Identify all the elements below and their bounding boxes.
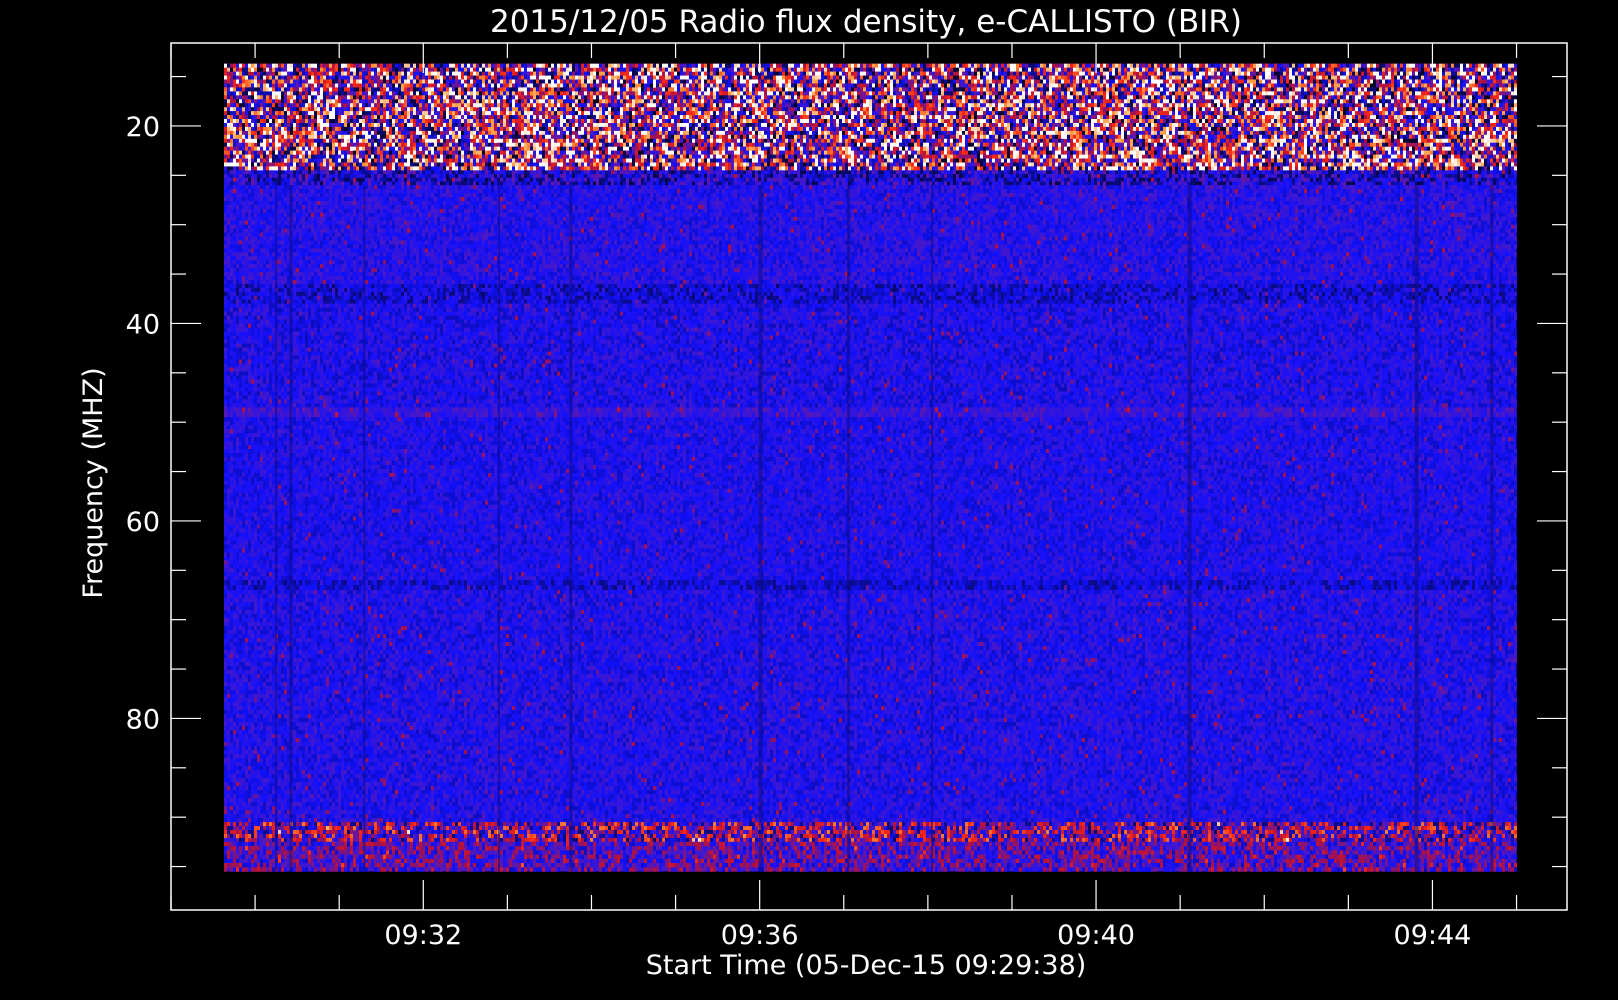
- heatmap-band-texture: [224, 170, 1517, 185]
- chart-title: 2015/12/05 Radio flux density, e-CALLIST…: [490, 4, 1242, 40]
- x-tick-label: 09:44: [1394, 920, 1472, 951]
- x-tick-label: 09:32: [384, 920, 462, 951]
- spectrogram-chart: 09:32 09:36 09:40 09:44 20 40 60 80 2015/12/05 …: [0, 0, 1618, 1000]
- y-tick-label: 60: [126, 507, 160, 538]
- y-tick-label: 40: [126, 309, 160, 340]
- y-axis-label: Frequency (MHZ): [78, 367, 109, 598]
- heatmap-band-texture: [224, 64, 1517, 171]
- heatmap-band-texture: [224, 842, 1517, 872]
- heatmap-band-texture: [224, 590, 1517, 822]
- x-axis-label: Start Time (05-Dec-15 09:29:38): [646, 950, 1087, 981]
- y-tick-label: 80: [126, 704, 160, 735]
- y-tick-label: 20: [126, 112, 160, 143]
- heatmap-layer: [224, 64, 1517, 872]
- x-tick-label: 09:40: [1057, 920, 1135, 951]
- x-tick-label: 09:36: [721, 920, 799, 951]
